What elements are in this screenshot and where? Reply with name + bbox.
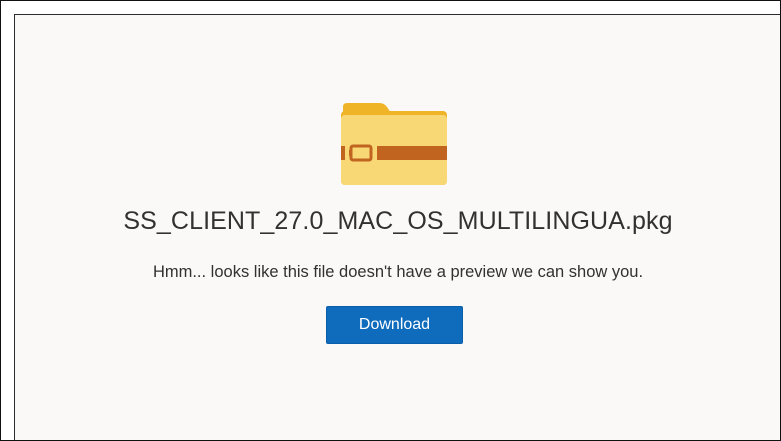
- download-button[interactable]: Download: [326, 306, 463, 344]
- folder-icon: [341, 103, 447, 185]
- window-frame: SS_CLIENT_27.0_MAC_OS_MULTILINGUA.pkg Hm…: [0, 0, 781, 441]
- preview-panel: SS_CLIENT_27.0_MAC_OS_MULTILINGUA.pkg Hm…: [14, 14, 780, 440]
- no-preview-message: Hmm... looks like this file doesn't have…: [152, 263, 644, 281]
- no-preview-content: SS_CLIENT_27.0_MAC_OS_MULTILINGUA.pkg Hm…: [15, 15, 781, 441]
- file-name: SS_CLIENT_27.0_MAC_OS_MULTILINGUA.pkg: [123, 207, 673, 235]
